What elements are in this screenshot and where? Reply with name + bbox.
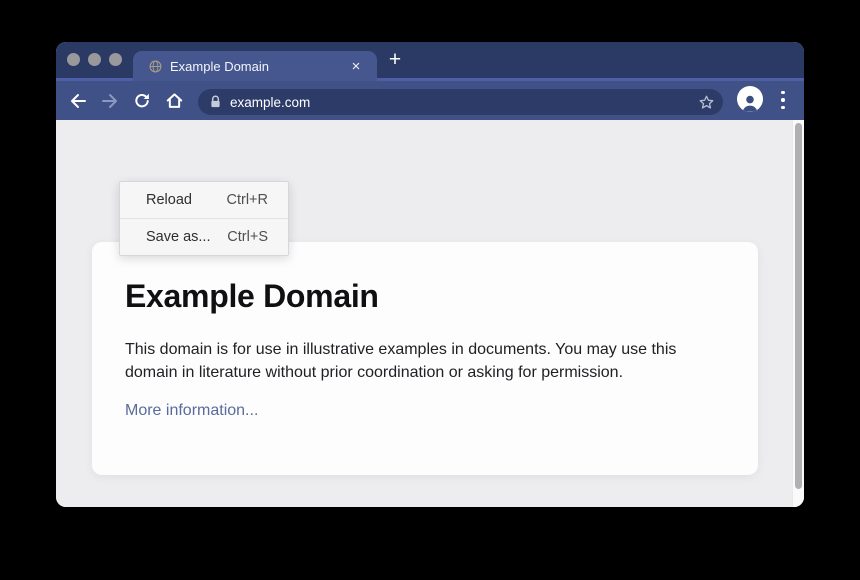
bookmark-star-button[interactable] [698,94,715,111]
kebab-dot [781,91,785,95]
forward-button[interactable] [94,81,126,120]
tab-example-domain[interactable]: Example Domain × [133,51,377,81]
back-button[interactable] [62,81,94,120]
star-icon [698,94,715,111]
address-bar[interactable]: example.com [198,89,723,115]
new-tab-button[interactable]: + [383,48,407,72]
kebab-dot [781,98,785,102]
globe-favicon-icon [149,60,162,73]
menu-item-label: Reload [146,192,192,208]
page-viewport: Example Domain This domain is for use in… [56,120,804,507]
kebab-dot [781,106,785,110]
scrollbar-thumb[interactable] [795,123,802,489]
window-controls [67,53,122,66]
page-title: Example Domain [125,278,379,315]
reload-button[interactable] [126,81,158,120]
screenshot-stage: Example Domain × + [0,0,860,580]
tab-strip: Example Domain × + [56,42,804,78]
close-window-button[interactable] [67,53,80,66]
zoom-window-button[interactable] [109,53,122,66]
more-information-link[interactable]: More information... [125,402,258,420]
tab-close-icon[interactable]: × [348,58,364,74]
back-arrow-icon [69,92,87,110]
url-text[interactable]: example.com [230,95,698,110]
menu-item-shortcut: Ctrl+S [227,229,268,245]
page-paragraph: This domain is for use in illustrative e… [125,338,725,384]
profile-avatar-button[interactable] [737,86,763,112]
context-menu-item-save-as[interactable]: Save as... Ctrl+S [120,219,288,255]
lock-icon [208,94,223,110]
home-button[interactable] [158,81,190,120]
menu-item-label: Save as... [146,229,210,245]
home-icon [165,91,184,110]
person-icon [739,92,761,112]
menu-item-shortcut: Ctrl+R [227,192,269,208]
minimize-window-button[interactable] [88,53,101,66]
tab-title: Example Domain [170,59,348,74]
scrollbar-track[interactable] [792,120,804,507]
content-card: Example Domain This domain is for use in… [92,242,758,475]
context-menu: Reload Ctrl+R Save as... Ctrl+S [119,181,289,256]
forward-arrow-icon [101,92,119,110]
navigation-toolbar: example.com [56,78,804,120]
context-menu-item-reload[interactable]: Reload Ctrl+R [120,182,288,218]
browser-window: Example Domain × + [56,42,804,507]
browser-menu-button[interactable] [778,87,788,113]
reload-icon [133,92,151,110]
